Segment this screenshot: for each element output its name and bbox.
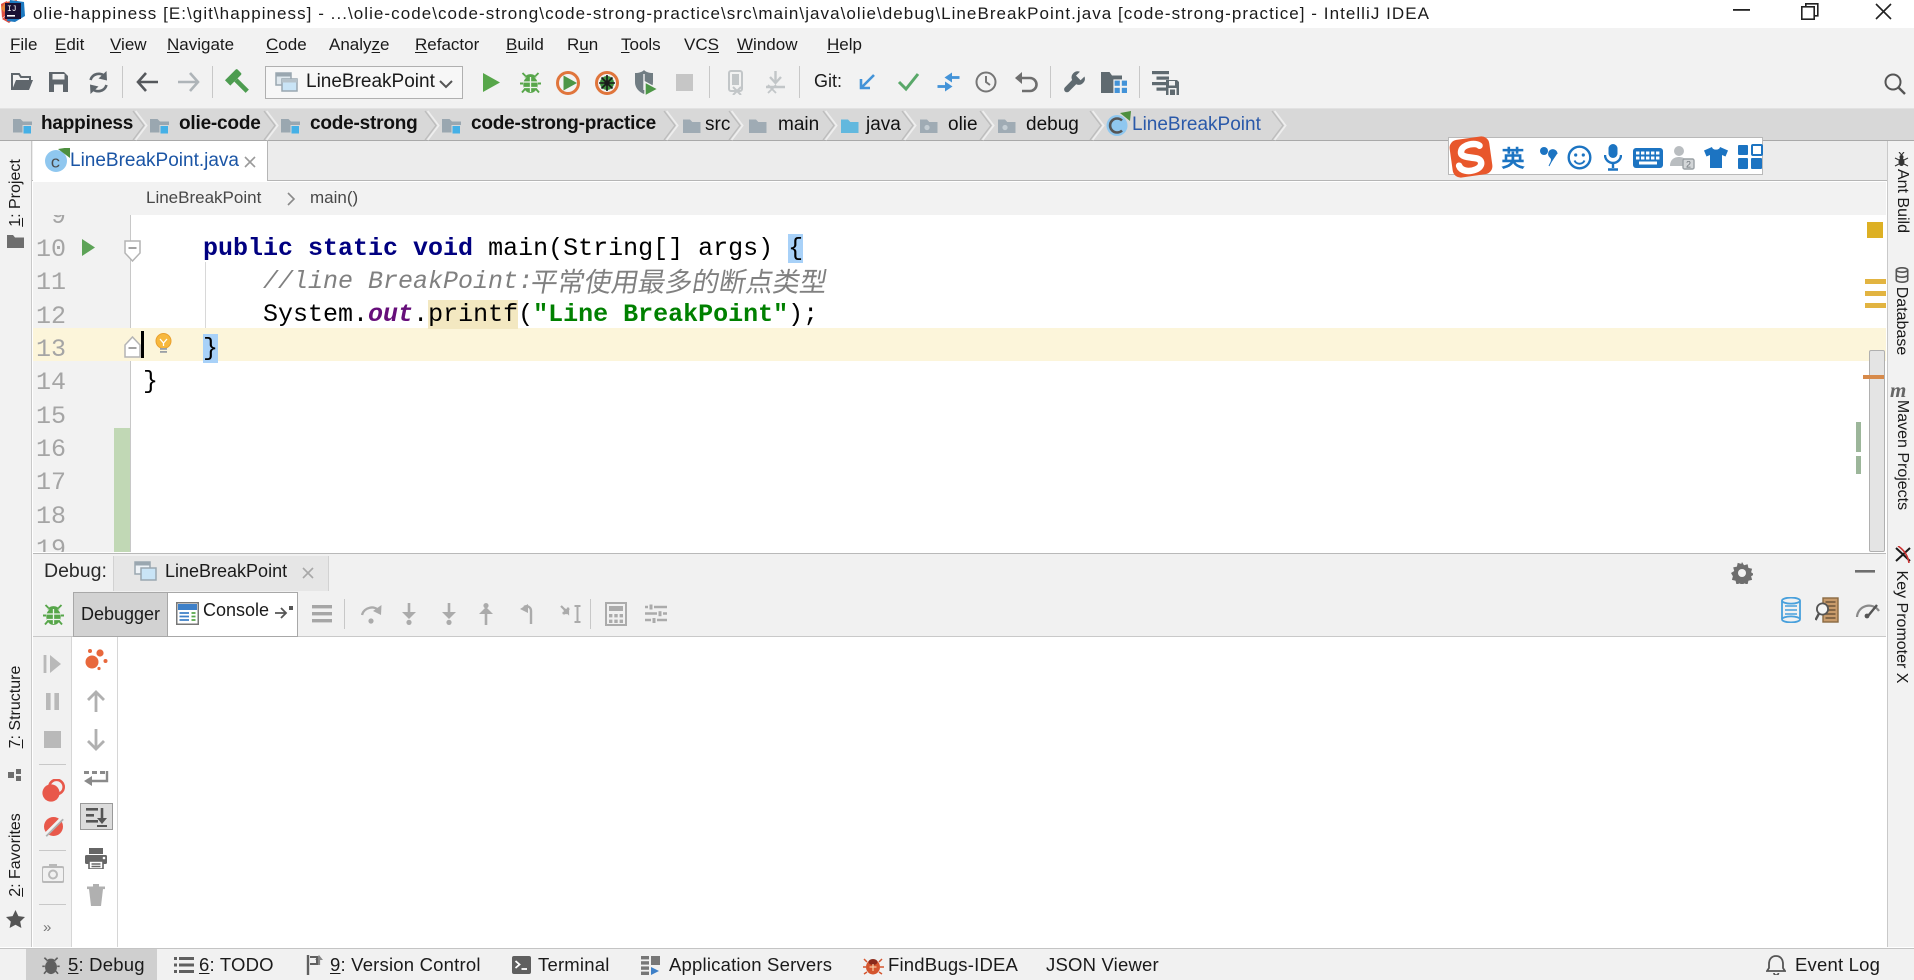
svg-text:c: c bbox=[51, 155, 61, 174]
svg-text:2: 2 bbox=[1686, 160, 1691, 170]
svg-text:IJ: IJ bbox=[7, 5, 17, 14]
